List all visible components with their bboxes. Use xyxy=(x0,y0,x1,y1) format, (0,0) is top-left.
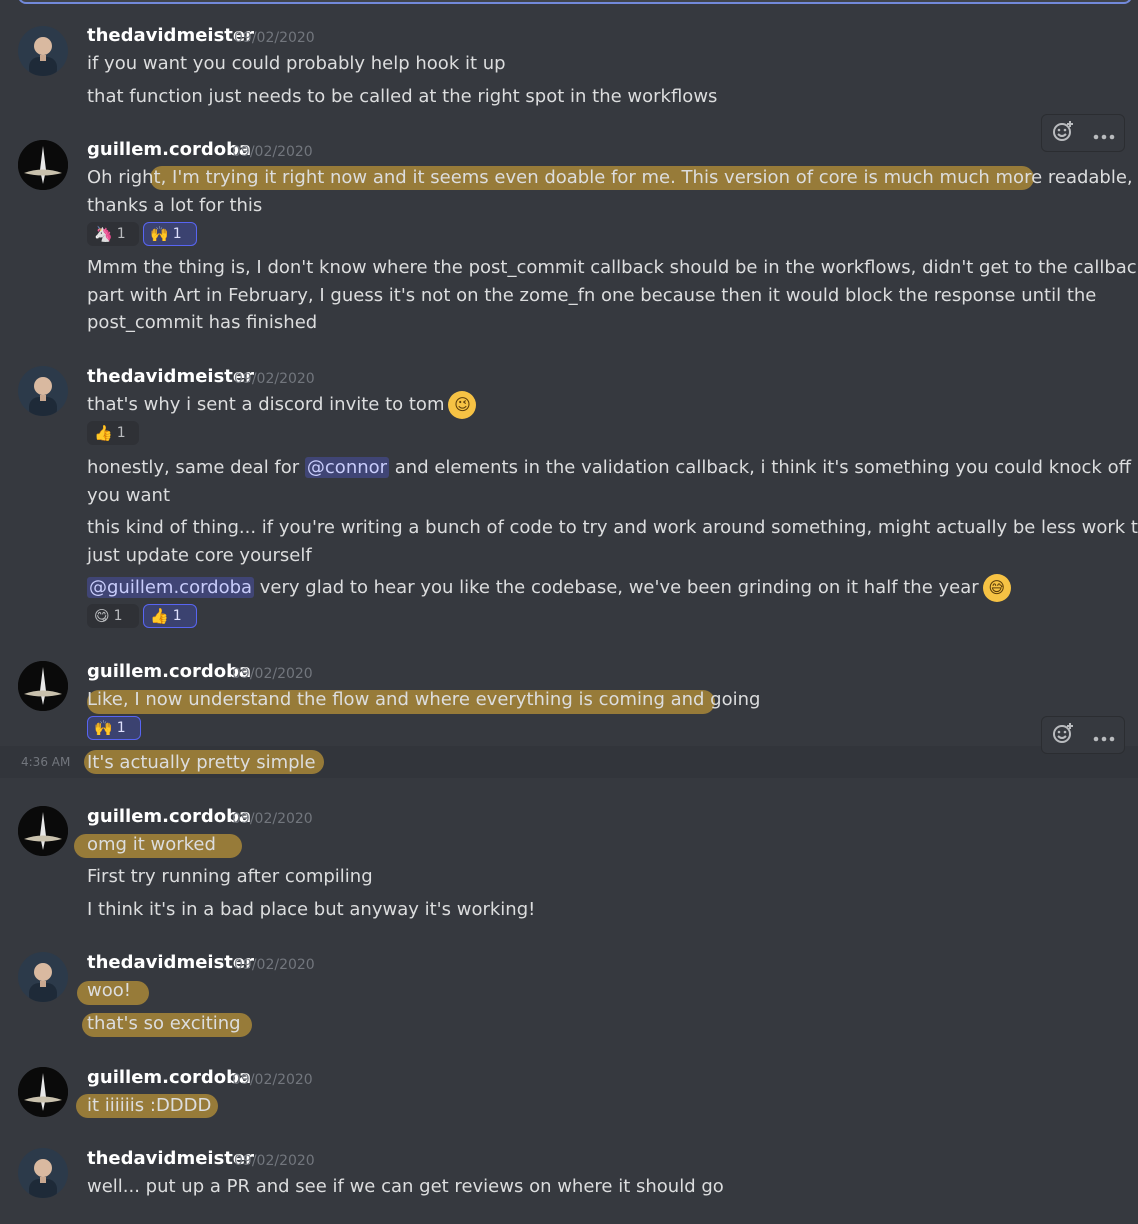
message-text-content: and elements in the validation callback,… xyxy=(389,457,1138,478)
username[interactable]: guillem.cordoba xyxy=(87,806,251,827)
message-toolbar xyxy=(1041,716,1125,754)
timestamp: 09/02/2020 xyxy=(232,811,313,827)
message-text: if you want you could probably help hook… xyxy=(87,53,506,74)
more-options-icon[interactable] xyxy=(1093,723,1115,747)
avatar[interactable] xyxy=(18,952,68,1002)
yum-icon: 😋 xyxy=(94,607,110,625)
message-text: that's why i sent a discord invite to to… xyxy=(87,391,477,419)
sweat-smile-emoji-icon: 😅 xyxy=(982,574,1011,602)
username[interactable]: guillem.cordoba xyxy=(87,661,251,682)
timestamp: 09/02/2020 xyxy=(234,957,315,973)
username[interactable]: guillem.cordoba xyxy=(87,1067,251,1088)
thumbs-up-icon: 👍 xyxy=(94,424,113,442)
avatar[interactable] xyxy=(18,140,68,190)
message-text: you want xyxy=(87,485,171,506)
unicorn-icon: 🦄 xyxy=(94,225,113,243)
reaction-raised-hands[interactable]: 🙌 1 xyxy=(143,222,197,246)
add-reaction-icon[interactable] xyxy=(1051,119,1075,148)
user-mention[interactable]: @connor xyxy=(304,457,390,478)
message-text: @guillem.cordoba very glad to hear you l… xyxy=(87,574,1011,602)
message-text: Oh right, I'm trying it right now and it… xyxy=(87,167,1138,188)
timestamp: 09/02/2020 xyxy=(234,30,315,46)
timestamp: 09/02/2020 xyxy=(234,1153,315,1169)
message-text: I think it's in a bad place but anyway i… xyxy=(87,899,536,920)
message-text: honestly, same deal for @connor and elem… xyxy=(87,454,1138,482)
message-input-edge xyxy=(18,0,1132,4)
avatar[interactable] xyxy=(18,661,68,711)
username[interactable]: thedavidmeister xyxy=(87,952,254,973)
avatar[interactable] xyxy=(18,26,68,76)
reaction-raised-hands[interactable]: 🙌 1 xyxy=(87,716,141,740)
message-text: Like, I now understand the flow and wher… xyxy=(87,689,761,710)
message-text: thanks a lot for this xyxy=(87,195,263,216)
hover-timestamp: 4:36 AM xyxy=(21,755,71,769)
timestamp: 09/02/2020 xyxy=(232,144,313,160)
reaction-count: 1 xyxy=(172,608,182,624)
message-text: just update core yourself xyxy=(87,545,312,566)
message-text: post_commit has finished xyxy=(87,312,318,333)
message-text-content: that's why i sent a discord invite to to… xyxy=(87,394,445,415)
raised-hands-icon: 🙌 xyxy=(94,719,113,737)
message-text: it iiiiiis :DDDD xyxy=(87,1095,212,1116)
message-text-content: honestly, same deal for xyxy=(87,457,305,478)
timestamp: 09/02/2020 xyxy=(234,371,315,387)
message-text: woo! xyxy=(87,980,131,1001)
message-text: It's actually pretty simple xyxy=(87,752,316,773)
reaction-thumbs-up[interactable]: 👍 1 xyxy=(87,421,139,445)
message-text: this kind of thing... if you're writing … xyxy=(87,517,1138,538)
message-text: omg it worked xyxy=(87,834,216,855)
username[interactable]: thedavidmeister xyxy=(87,1148,254,1169)
message-text-content: very glad to hear you like the codebase,… xyxy=(254,577,979,598)
timestamp: 09/02/2020 xyxy=(232,1072,313,1088)
thumbs-up-icon: 👍 xyxy=(150,607,169,625)
message-toolbar xyxy=(1041,114,1125,152)
message-text: First try running after compiling xyxy=(87,866,373,887)
message-text: that's so exciting xyxy=(87,1013,241,1034)
message-text: Mmm the thing is, I don't know where the… xyxy=(87,257,1138,278)
user-mention[interactable]: @guillem.cordoba xyxy=(87,577,255,598)
avatar[interactable] xyxy=(18,806,68,856)
add-reaction-icon[interactable] xyxy=(1051,721,1075,750)
avatar[interactable] xyxy=(18,1148,68,1198)
raised-hands-icon: 🙌 xyxy=(150,225,169,243)
reaction-count: 1 xyxy=(172,226,182,242)
reaction-unicorn[interactable]: 🦄 1 xyxy=(87,222,139,246)
username[interactable]: thedavidmeister xyxy=(87,25,254,46)
username[interactable]: guillem.cordoba xyxy=(87,139,251,160)
message-text: that function just needs to be called at… xyxy=(87,86,718,107)
reaction-count: 1 xyxy=(113,608,123,624)
reaction-thumbs-up[interactable]: 👍 1 xyxy=(143,604,197,628)
reaction-count: 1 xyxy=(116,226,126,242)
timestamp: 09/02/2020 xyxy=(232,666,313,682)
wink-emoji-icon: 😉 xyxy=(448,391,477,419)
message-text: well... put up a PR and see if we can ge… xyxy=(87,1176,724,1197)
avatar[interactable] xyxy=(18,366,68,416)
reaction-count: 1 xyxy=(116,720,126,736)
username[interactable]: thedavidmeister xyxy=(87,366,254,387)
avatar[interactable] xyxy=(18,1067,68,1117)
more-options-icon[interactable] xyxy=(1093,121,1115,145)
reaction-yum[interactable]: 😋 1 xyxy=(87,604,139,628)
reaction-count: 1 xyxy=(116,425,126,441)
message-text: part with Art in February, I guess it's … xyxy=(87,285,1097,306)
